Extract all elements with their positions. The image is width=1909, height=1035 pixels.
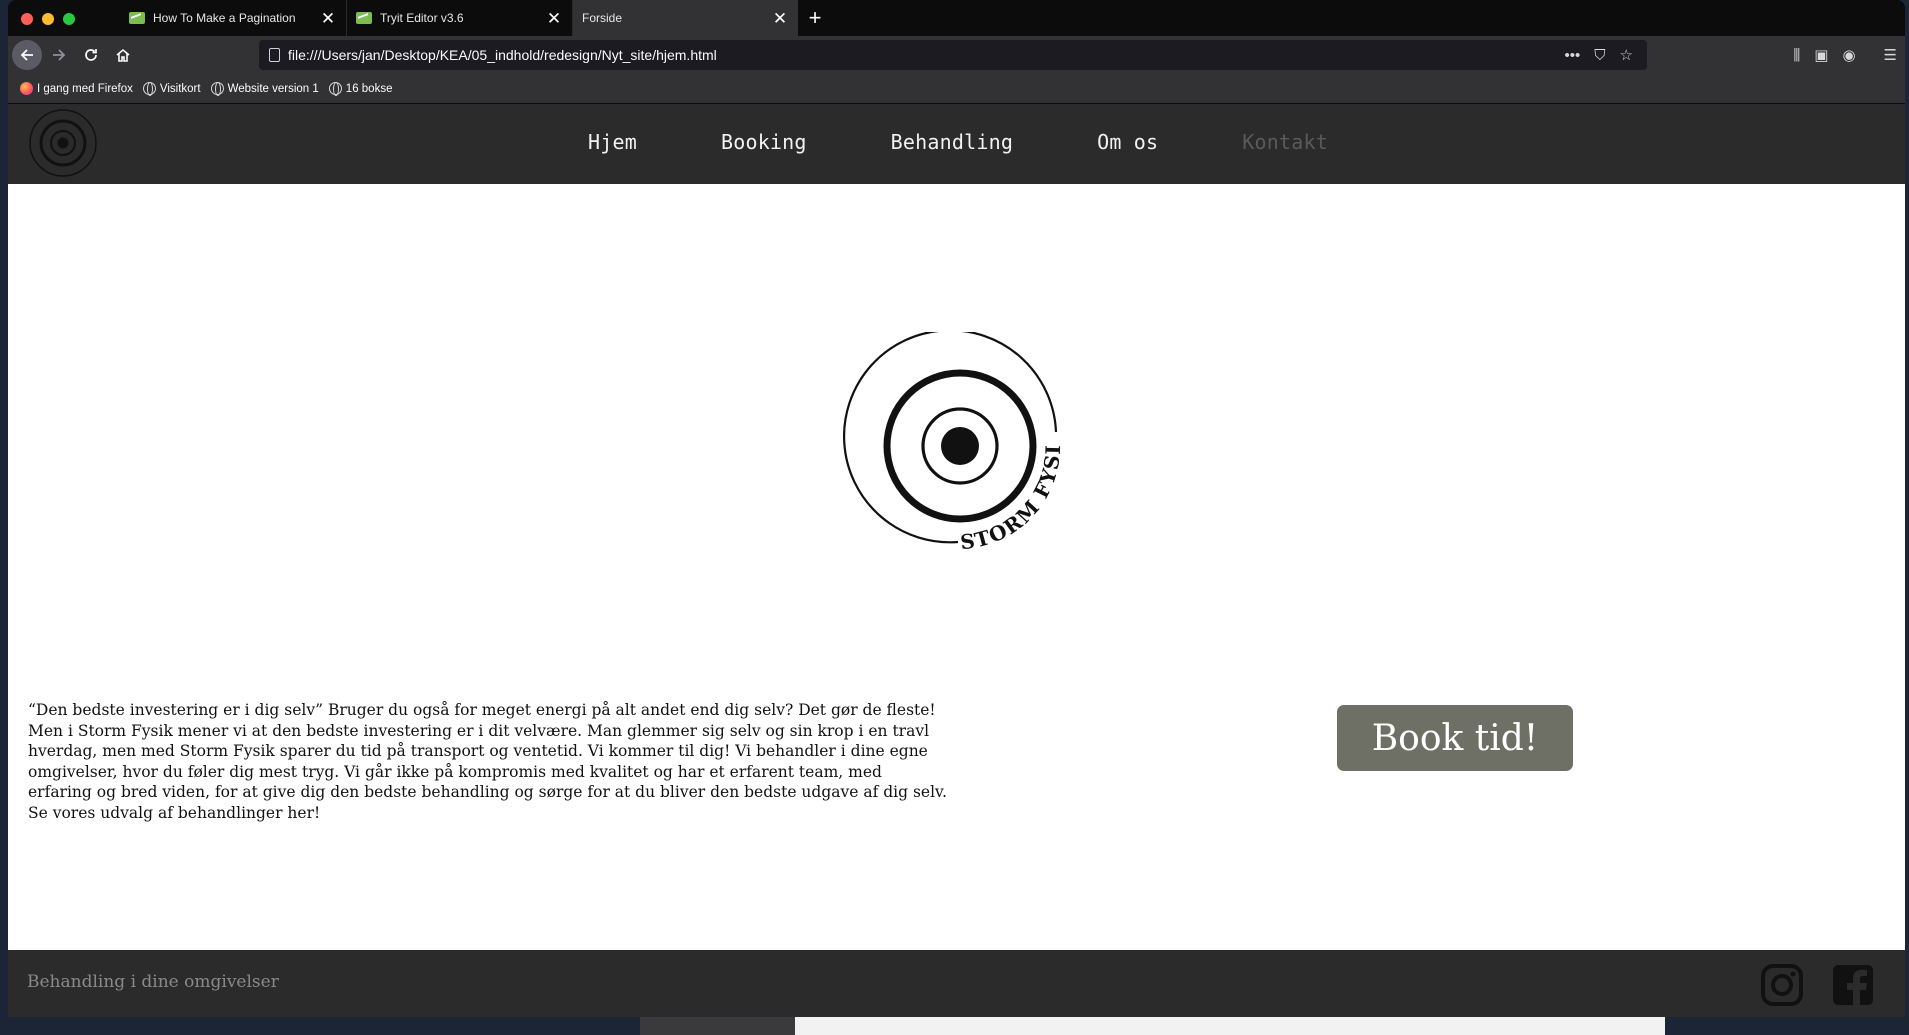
globe-icon (210, 82, 224, 96)
window-controls (8, 0, 120, 36)
minimize-window-button[interactable] (42, 13, 54, 25)
nav-hjem[interactable]: Hjem (588, 130, 637, 154)
tab-strip: How To Make a Pagination ✕ Tryit Editor … (8, 0, 1905, 36)
bookmark-item[interactable]: 16 bokse (328, 82, 393, 96)
bookmark-label: I gang med Firefox (37, 82, 133, 95)
url-text: file:///Users/jan/Desktop/KEA/05_indhold… (288, 47, 717, 63)
web-page: Hjem Booking Behandling Om os Kontakt ST… (8, 104, 1905, 1017)
page-actions-icon[interactable]: ••• (1565, 47, 1581, 64)
sidebar-icon[interactable]: ▣ (1814, 46, 1828, 64)
browser-window: How To Make a Pagination ✕ Tryit Editor … (8, 0, 1905, 1017)
bookmark-star-icon[interactable]: ☆ (1620, 46, 1633, 64)
intro-text: “Den bedste investering er i dig selv” B… (28, 701, 947, 822)
bookmark-label: 16 bokse (345, 82, 393, 95)
book-tid-button[interactable]: Book tid! (1337, 705, 1573, 771)
maximize-window-button[interactable] (63, 13, 75, 25)
w3schools-favicon-icon (356, 12, 372, 24)
nav-booking[interactable]: Booking (721, 130, 807, 154)
bookmark-label: Website version 1 (227, 82, 319, 95)
account-icon[interactable]: ◉ (1842, 46, 1855, 64)
nav-kontakt[interactable]: Kontakt (1242, 130, 1328, 154)
instagram-icon[interactable] (1760, 963, 1804, 1007)
storm-fysik-logo-small[interactable] (28, 108, 98, 178)
library-icon[interactable]: ⫼ (1793, 47, 1800, 64)
new-tab-plus-icon[interactable]: + (798, 0, 832, 36)
bookmarks-toolbar: I gang med Firefox Visitkort Website ver… (8, 74, 1905, 104)
nav-om-os[interactable]: Om os (1097, 130, 1158, 154)
page-icon (269, 48, 280, 62)
tab-title: Tryit Editor v3.6 (380, 11, 464, 25)
globe-icon (328, 82, 342, 96)
forward-arrow-icon[interactable] (44, 40, 74, 70)
close-tab-icon[interactable]: ✕ (320, 10, 336, 27)
firefox-icon (20, 82, 33, 95)
reload-icon[interactable] (76, 40, 106, 70)
close-window-button[interactable] (21, 13, 33, 25)
tab-tryit-editor[interactable]: Tryit Editor v3.6 ✕ (346, 0, 572, 36)
site-footer: Behandling i dine omgivelser (8, 950, 1905, 1017)
bookmark-item[interactable]: Website version 1 (210, 82, 319, 96)
address-bar[interactable]: file:///Users/jan/Desktop/KEA/05_indhold… (259, 40, 1647, 70)
toolbar-right: ⫼ ▣ ◉ ☰ (1793, 36, 1897, 74)
tab-title: How To Make a Pagination (153, 11, 296, 25)
nav-behandling[interactable]: Behandling (891, 130, 1013, 154)
close-tab-icon[interactable]: ✕ (772, 10, 788, 27)
bookmark-item[interactable]: I gang med Firefox (20, 82, 133, 95)
site-header: Hjem Booking Behandling Om os Kontakt (8, 104, 1905, 184)
tab-forside[interactable]: Forside ✕ (572, 0, 798, 36)
back-arrow-icon[interactable] (12, 40, 42, 70)
navigation-toolbar: file:///Users/jan/Desktop/KEA/05_indhold… (8, 36, 1905, 74)
facebook-icon[interactable] (1831, 963, 1875, 1007)
tab-title: Forside (582, 11, 623, 25)
tab-pagination[interactable]: How To Make a Pagination ✕ (120, 0, 346, 36)
home-icon[interactable] (108, 40, 138, 70)
bookmark-label: Visitkort (159, 82, 201, 95)
w3schools-favicon-icon (129, 12, 145, 24)
storm-fysik-logo: STORM FYSIK (843, 332, 1064, 554)
site-navigation: Hjem Booking Behandling Om os Kontakt (588, 130, 1328, 154)
pocket-icon[interactable]: ⛉ (1594, 47, 1605, 64)
globe-icon (142, 82, 156, 96)
menu-hamburger-icon[interactable]: ☰ (1884, 46, 1897, 64)
bookmark-item[interactable]: Visitkort (142, 82, 201, 96)
close-tab-icon[interactable]: ✕ (546, 10, 562, 27)
footer-tagline: Behandling i dine omgivelser (27, 972, 279, 992)
